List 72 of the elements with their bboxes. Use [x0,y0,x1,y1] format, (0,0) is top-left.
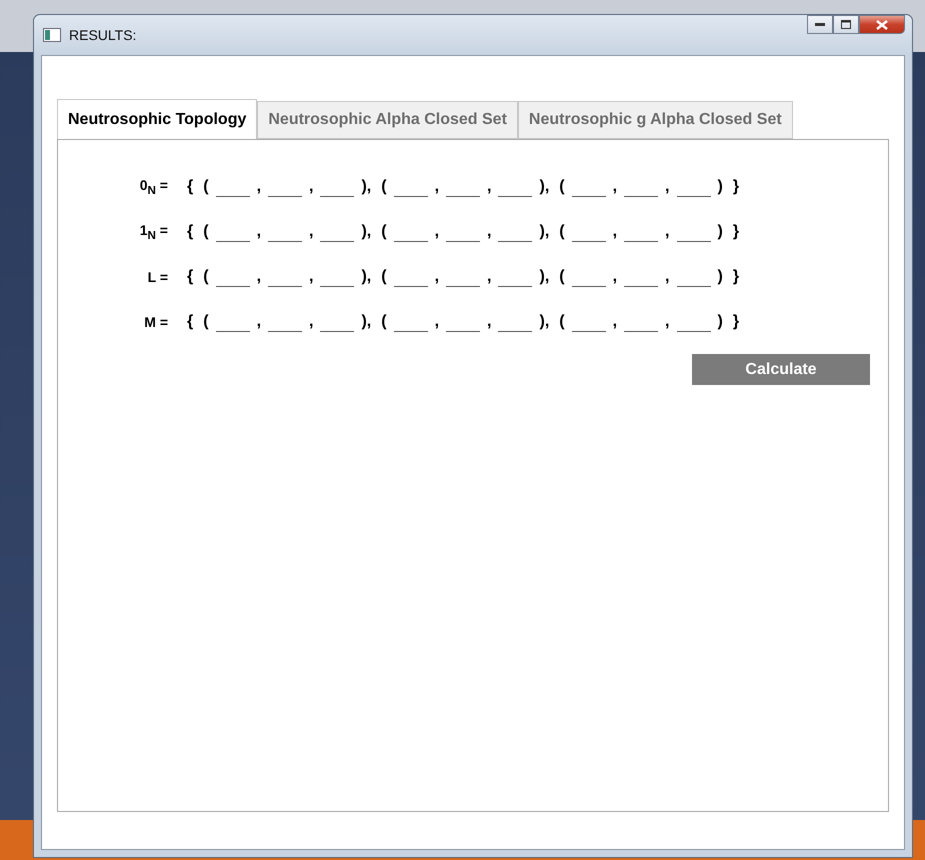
bracket-symbol: , [309,313,314,331]
bracket-symbol: ( [381,223,387,241]
bracket-symbol: ( [203,268,209,286]
bracket-symbol: , [665,268,670,286]
bracket-symbol: , [434,223,440,241]
bracket-symbol: , [434,178,440,196]
bracket-symbol: ), [361,178,372,196]
bracket-symbol: , [665,178,670,196]
bracket-symbol: } [732,223,740,241]
bracket-symbol: { [187,268,194,286]
minimize-button[interactable] [807,15,833,34]
bracket-symbol: , [665,223,670,241]
bracket-symbol: , [256,223,262,241]
bracket-symbol: , [309,223,314,241]
bracket-symbol: ) [718,178,723,196]
bracket-symbol: , [612,313,618,331]
bracket-symbol: , [487,313,492,331]
bracket-symbol: { [187,223,194,241]
bracket-symbol: ( [559,223,565,241]
bracket-symbol: ), [539,313,550,331]
bracket-symbol: ), [539,223,550,241]
calculate-button[interactable]: Calculate [692,354,870,385]
bracket-symbol: { [187,178,194,196]
bracket-symbol: , [612,223,618,241]
bracket-symbol: , [256,178,262,196]
bracket-symbol: ( [381,268,387,286]
bracket-symbol: ) [718,268,723,286]
tab[interactable]: Neutrosophic g Alpha Closed Set [518,101,793,139]
bracket-symbol: ), [361,268,372,286]
bracket-symbol: ( [559,178,565,196]
bracket-symbol: ( [203,223,209,241]
bracket-symbol: } [732,178,740,196]
bracket-symbol: ), [539,178,550,196]
close-button[interactable] [859,15,905,34]
bracket-symbol: ( [559,313,565,331]
bracket-symbol: ), [539,268,550,286]
bracket-symbol: , [612,268,618,286]
set-label: 1$_{N}$ = [138,222,168,242]
minimize-icon [815,22,825,26]
bracket-symbol: , [256,268,262,286]
maximize-button[interactable] [833,15,859,34]
bracket-symbol: ), [361,223,372,241]
window-title: RESULTS: [69,27,136,43]
maximize-icon [841,20,851,29]
bracket-symbol: ) [718,313,723,331]
window-icon [43,28,61,42]
bracket-symbol: , [665,313,670,331]
bracket-symbol: , [256,313,262,331]
set-label: L = [146,269,168,285]
bracket-symbol: ( [203,178,209,196]
set-label: M = [143,314,168,330]
bracket-symbol: , [309,178,314,196]
bracket-symbol: ( [203,313,209,331]
tab[interactable]: Neutrosophic Topology [57,99,258,139]
bracket-symbol: , [612,178,618,196]
bracket-symbol: } [732,268,740,286]
bracket-symbol: ( [559,268,565,286]
bracket-symbol: ), [361,313,372,331]
bracket-symbol: , [309,268,314,286]
bracket-symbol: , [434,268,440,286]
bracket-symbol: , [487,223,492,241]
bracket-symbol: , [487,268,492,286]
tab[interactable]: Neutrosophic Alpha Closed Set [257,101,518,139]
close-icon [876,20,888,30]
bracket-symbol: ( [381,313,387,331]
bracket-symbol: ( [381,178,387,196]
bracket-symbol: , [487,178,492,196]
set-label: 0$_{N}$ = [138,177,168,197]
bracket-symbol: ) [718,223,723,241]
bracket-symbol: { [187,313,194,331]
bracket-symbol: , [434,313,440,331]
bracket-symbol: } [732,313,740,331]
